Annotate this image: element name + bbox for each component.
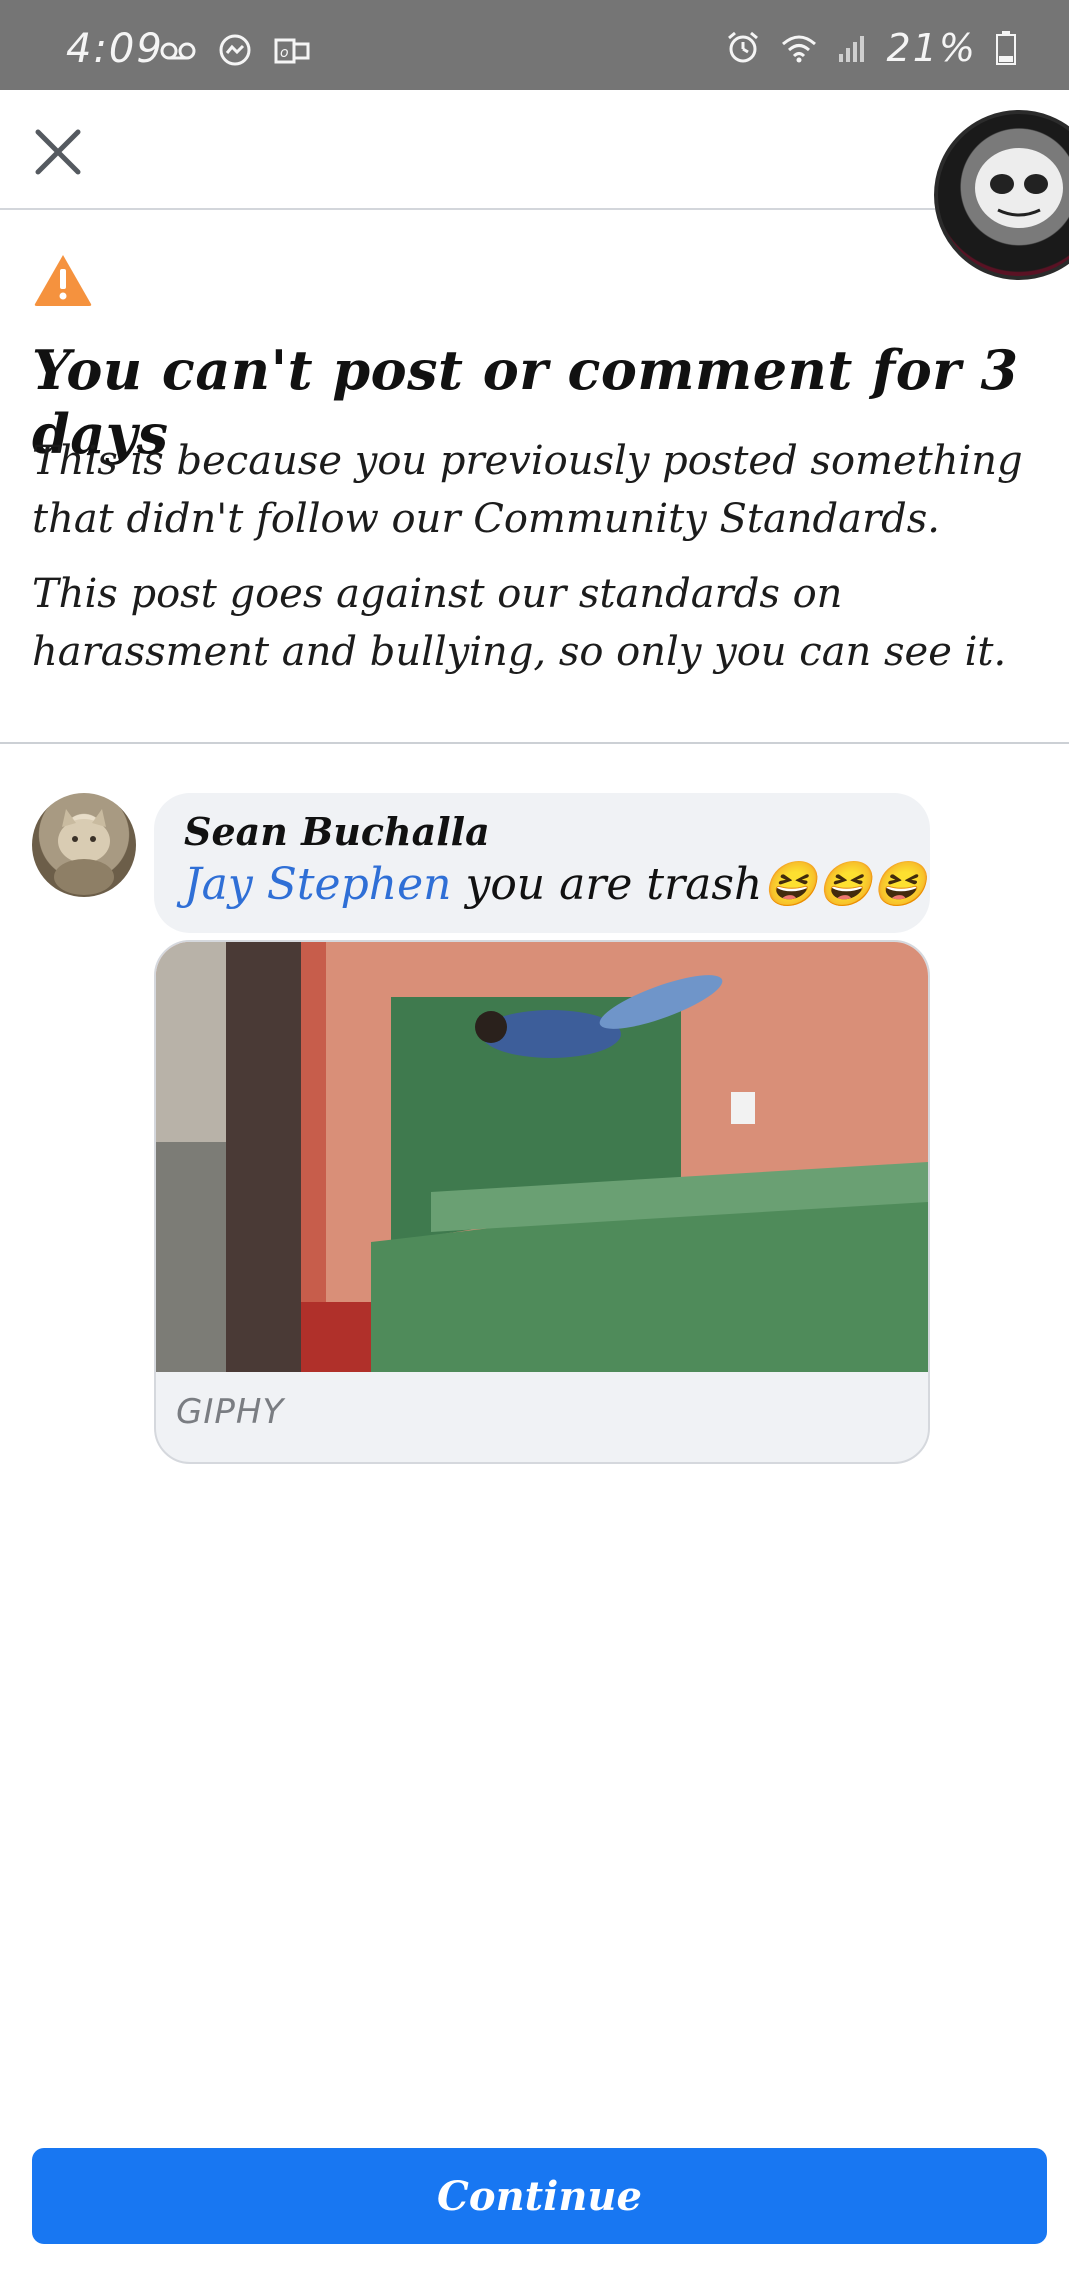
top-bar <box>0 90 1069 210</box>
continue-button[interactable]: Continue <box>32 2148 1047 2244</box>
svg-text:o: o <box>280 45 289 61</box>
comment-author[interactable]: Sean Buchalla <box>184 809 900 854</box>
wifi-icon <box>781 35 816 63</box>
gif-image[interactable] <box>156 942 928 1372</box>
messenger-icon <box>219 34 251 66</box>
skull-face-icon <box>975 148 1063 228</box>
status-time: 4:09 <box>66 26 164 72</box>
signal-icon <box>838 36 864 62</box>
violation-detail: This post goes against our standards on … <box>32 571 1007 675</box>
outlook-icon: o <box>274 38 310 64</box>
alarm-icon <box>727 31 758 63</box>
battery-percent: 21% <box>886 26 977 70</box>
gif-source-label: GIPHY <box>176 1392 285 1432</box>
battery-icon <box>996 31 1016 65</box>
section-divider <box>0 742 1069 744</box>
status-left-icons: o <box>160 34 310 68</box>
status-bar: 4:09 o 21% <box>0 0 1069 90</box>
cat-avatar-icon <box>54 809 114 895</box>
gif-attachment[interactable]: GIPHY <box>154 940 930 1464</box>
restriction-reason: This is because you previously posted so… <box>32 438 1023 542</box>
voicemail-icon <box>160 42 196 60</box>
warning-icon <box>34 255 92 306</box>
comment-body: you are trash😆😆😆 <box>451 859 927 910</box>
close-icon[interactable] <box>30 124 86 180</box>
avatar[interactable] <box>32 793 136 897</box>
comment-bubble: Sean Buchalla Jay Stephen you are trash😆… <box>154 793 930 933</box>
mention-link[interactable]: Jay Stephen <box>184 859 451 910</box>
comment-text: Jay Stephen you are trash😆😆😆 <box>184 858 927 910</box>
status-right: 21% <box>725 26 1017 70</box>
